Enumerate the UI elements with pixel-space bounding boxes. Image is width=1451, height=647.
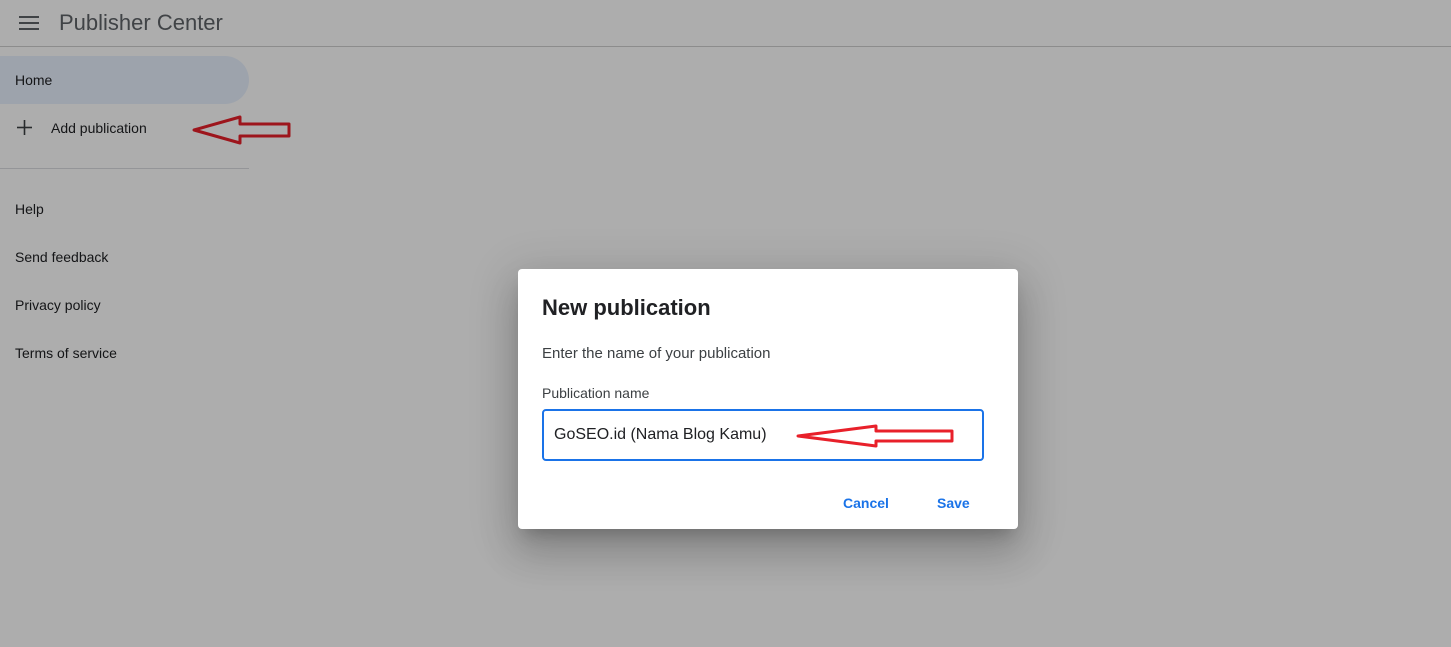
- new-publication-dialog: New publication Enter the name of your p…: [518, 269, 1018, 529]
- publisher-center-page: Publisher Center Home Add publication He…: [0, 0, 1451, 647]
- red-arrow-icon: [796, 424, 954, 448]
- cancel-button[interactable]: Cancel: [835, 489, 897, 517]
- dialog-title: New publication: [542, 295, 711, 320]
- dialog-description: Enter the name of your publication: [542, 345, 771, 362]
- publication-name-label: Publication name: [542, 385, 650, 401]
- save-button[interactable]: Save: [929, 489, 978, 517]
